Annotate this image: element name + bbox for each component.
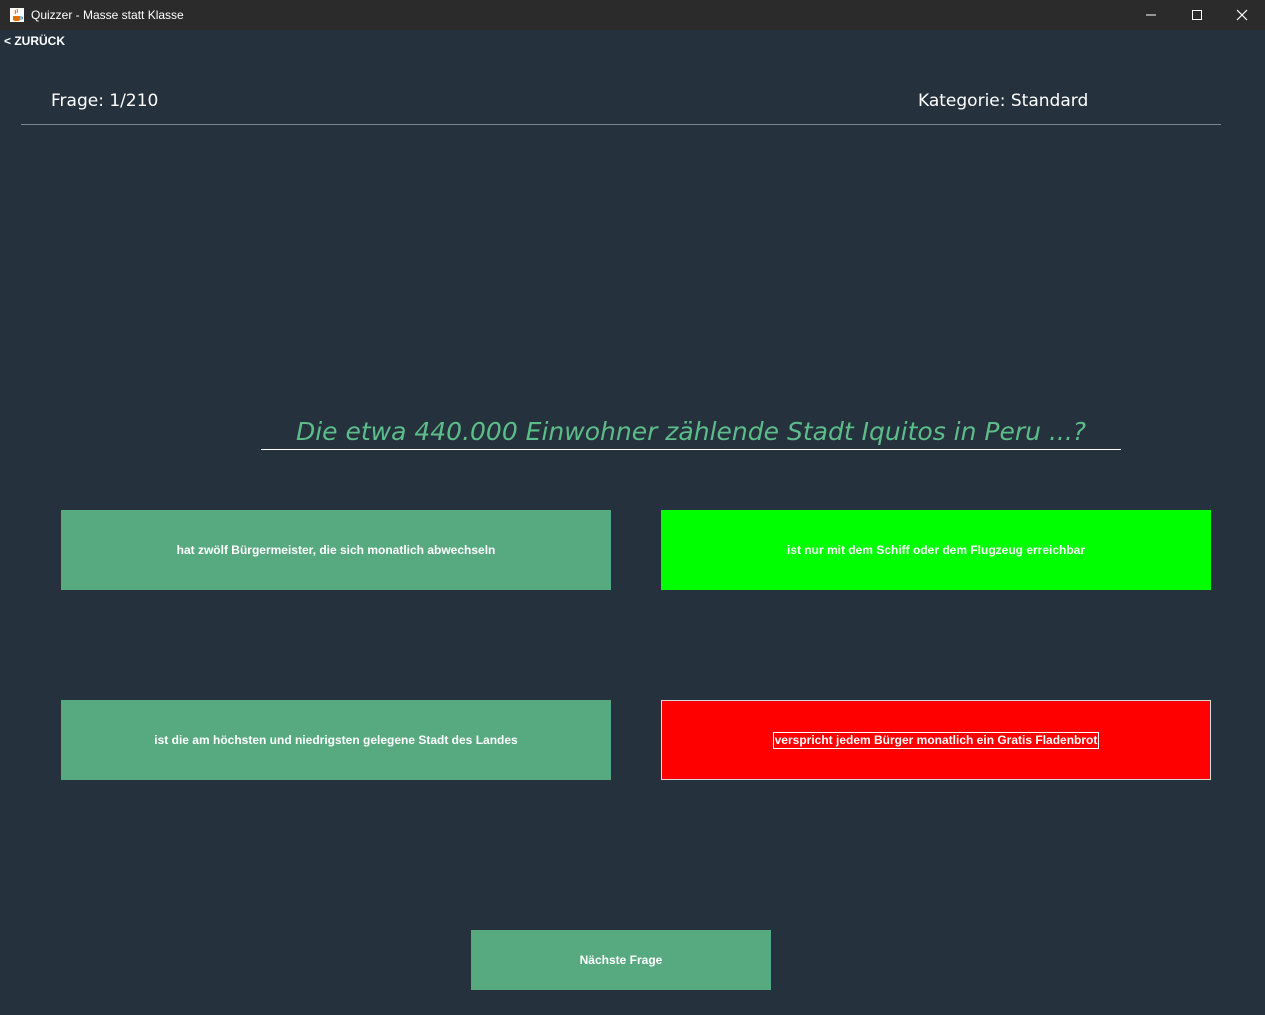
maximize-icon [1192,10,1202,20]
answer-button-4[interactable]: verspricht jedem Bürger monatlich ein Gr… [661,700,1211,780]
maximize-button[interactable] [1174,0,1220,30]
question-text: Die etwa 440.000 Einwohner zählende Stad… [295,417,1087,446]
category-info: Kategorie: Standard [918,90,1088,112]
window-title: Quizzer - Masse statt Klasse [31,8,184,22]
next-question-button[interactable]: Nächste Frage [471,930,771,990]
close-button[interactable] [1219,0,1265,30]
java-cup-icon [9,7,25,23]
title-bar: Quizzer - Masse statt Klasse [0,0,1265,30]
next-question-label: Nächste Frage [579,953,663,967]
quiz-window: Quizzer - Masse statt Klasse < ZURÜCK Fr… [0,0,1265,1015]
minimize-icon [1146,14,1156,16]
close-icon [1236,9,1248,21]
answer-button-3[interactable]: ist die am höchsten und niedrigsten gele… [61,700,611,780]
answer-button-2[interactable]: ist nur mit dem Schiff oder dem Flugzeug… [661,510,1211,590]
question-counter-label: Frage: [51,91,104,111]
header-divider [21,124,1221,125]
question-counter-value: 1/210 [109,91,159,111]
back-button[interactable]: < ZURÜCK [4,34,65,48]
answer-label: hat zwölf Bürgermeister, die sich monatl… [176,543,496,557]
answer-label: ist die am höchsten und niedrigsten gele… [154,733,518,747]
minimize-button[interactable] [1128,0,1174,30]
answer-label: ist nur mit dem Schiff oder dem Flugzeug… [786,543,1086,557]
question-underline [261,449,1121,450]
answer-label: verspricht jedem Bürger monatlich ein Gr… [772,731,1100,749]
answer-button-1[interactable]: hat zwölf Bürgermeister, die sich monatl… [61,510,611,590]
question-counter: Frage: 1/210 [51,90,158,112]
category-value: Standard [1010,91,1089,111]
category-label: Kategorie: [918,91,1006,111]
